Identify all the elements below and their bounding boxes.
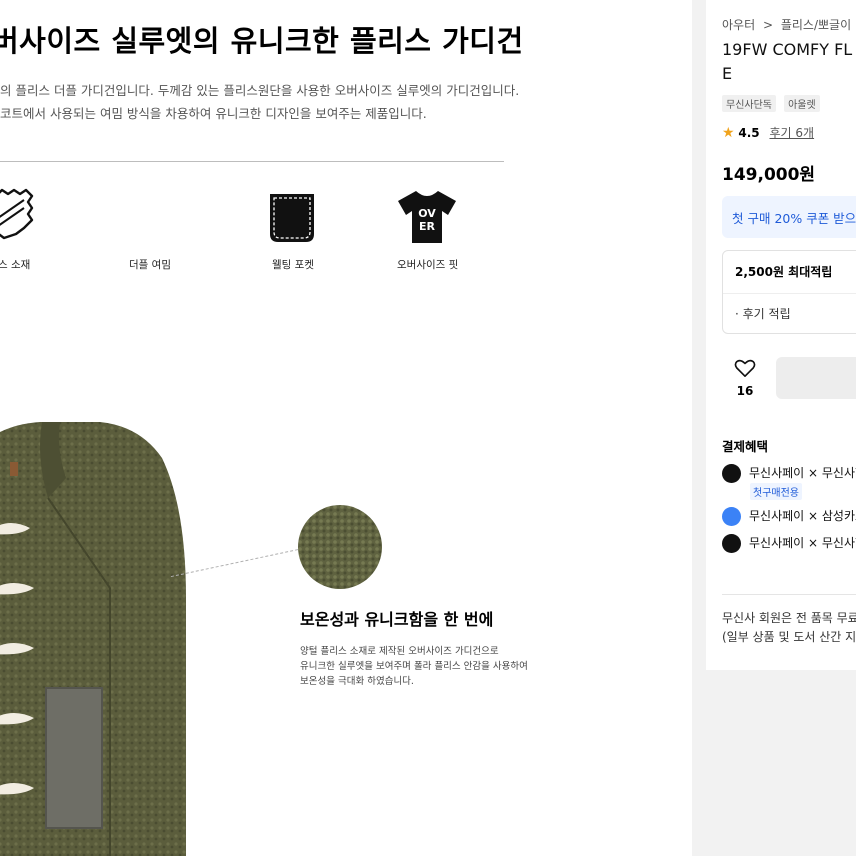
tag-exclusive: 무신사단독 — [722, 95, 776, 112]
detail-description-line-1: 의 플리스 더플 가디건입니다. 두께감 있는 플리스원단을 사용한 오버사이즈… — [0, 83, 520, 98]
product-tags: 무신사단독 아울렛 — [722, 93, 823, 112]
feature-desc-line-1: 양털 플리스 소재로 제작된 오버사이즈 가디건으로 — [300, 646, 499, 657]
points-max: 2,500원 최대적립 — [735, 265, 833, 279]
like-button[interactable]: 16 — [730, 358, 760, 398]
detail-divider — [0, 161, 504, 162]
product-title-line-1: 19FW COMFY FL — [722, 40, 853, 59]
musinsa-pay-logo-icon — [722, 464, 741, 483]
product-detail-image: 버사이즈 실루엣의 유니크한 플리스 가디건 의 플리스 더플 가디건입니다. … — [0, 0, 692, 856]
breadcrumb: 아우터 > 플리스/뽀글이 (비 — [722, 16, 856, 33]
feature-title: 보온성과 유니크함을 한 번에 — [300, 610, 494, 629]
buy-button[interactable] — [776, 357, 856, 399]
feature-desc-line-3: 보온성을 극대화 하였습니다. — [300, 676, 414, 687]
rating: ★ 4.5 후기 6개 — [722, 124, 814, 141]
detail-description-line-2: 코트에서 사용되는 여밈 방식을 차용하여 유니크한 디자인을 보여주는 제품입… — [0, 106, 427, 121]
fleece-swatch-image — [298, 505, 382, 589]
jacket-photo — [0, 418, 190, 856]
payment-benefit-2[interactable]: 무신사페이 × 삼성카드 — [722, 507, 856, 526]
payment-benefits-heading: 결제혜택 — [722, 439, 769, 454]
payment-benefit-1-text: 무신사페이 × 무신사현 — [749, 466, 856, 480]
first-purchase-badge: 첫구매전용 — [750, 483, 802, 500]
heart-icon — [734, 359, 756, 377]
points-divider — [723, 293, 856, 294]
feature-label-duffle: 더플 여밈 — [129, 259, 171, 271]
rating-value: 4.5 — [738, 126, 760, 140]
feature-label-oversize: 오버사이즈 핏 — [397, 259, 459, 271]
shipping-note-line-1: 무신사 회원은 전 품목 무료 — [722, 611, 856, 625]
star-icon: ★ — [722, 125, 735, 141]
shipping-note-line-2: (일부 상품 및 도서 산간 지역 — [722, 630, 856, 644]
product-info-panel: 아우터 > 플리스/뽀글이 (비 19FW COMFY FL E 무신사단독 아… — [706, 0, 856, 670]
product-title-line-2: E — [722, 64, 733, 83]
panel-divider — [722, 594, 856, 595]
feature-desc-line-2: 유니크한 실루엣을 보여주며 폴라 플리스 안감을 사용하여 — [300, 661, 528, 672]
tshirt-text-1: OV — [418, 207, 436, 220]
payment-benefit-3[interactable]: 무신사페이 × 무신사현 — [722, 534, 856, 553]
feature-label-pocket: 웰팅 포켓 — [272, 259, 314, 271]
tshirt-text-2: ER — [419, 220, 436, 233]
points-box: 2,500원 최대적립 · 후기 적립 — [722, 250, 856, 334]
samsung-card-logo-icon — [722, 507, 741, 526]
musinsa-pay-logo-icon-2 — [722, 534, 741, 553]
feature-label-fleece: 스 소재 — [0, 259, 31, 271]
payment-benefit-3-text: 무신사페이 × 무신사현 — [749, 536, 856, 550]
payment-benefit-2-text: 무신사페이 × 삼성카드 — [749, 509, 856, 523]
breadcrumb-item-outer[interactable]: 아우터 — [722, 18, 755, 32]
breadcrumb-item-fleece[interactable]: 플리스/뽀글이 (비 — [781, 18, 856, 32]
like-count: 16 — [736, 384, 754, 398]
payment-benefit-1[interactable]: 무신사페이 × 무신사현 — [722, 464, 856, 483]
detail-headline: 버사이즈 실루엣의 유니크한 플리스 가디건 — [0, 24, 524, 58]
tag-outlet: 아울렛 — [784, 95, 820, 112]
fleece-fabric-icon — [0, 188, 34, 246]
breadcrumb-separator: > — [762, 18, 774, 32]
pocket-icon — [268, 192, 316, 248]
review-link[interactable]: 후기 6개 — [769, 126, 814, 140]
product-price: 149,000원 — [722, 165, 816, 185]
over-tshirt-icon: OV ER — [396, 189, 458, 249]
detail-leader-line — [170, 548, 304, 578]
coupon-button[interactable]: 첫 구매 20% 쿠폰 받으러 — [722, 196, 856, 238]
points-review: · 후기 적립 — [735, 307, 791, 321]
